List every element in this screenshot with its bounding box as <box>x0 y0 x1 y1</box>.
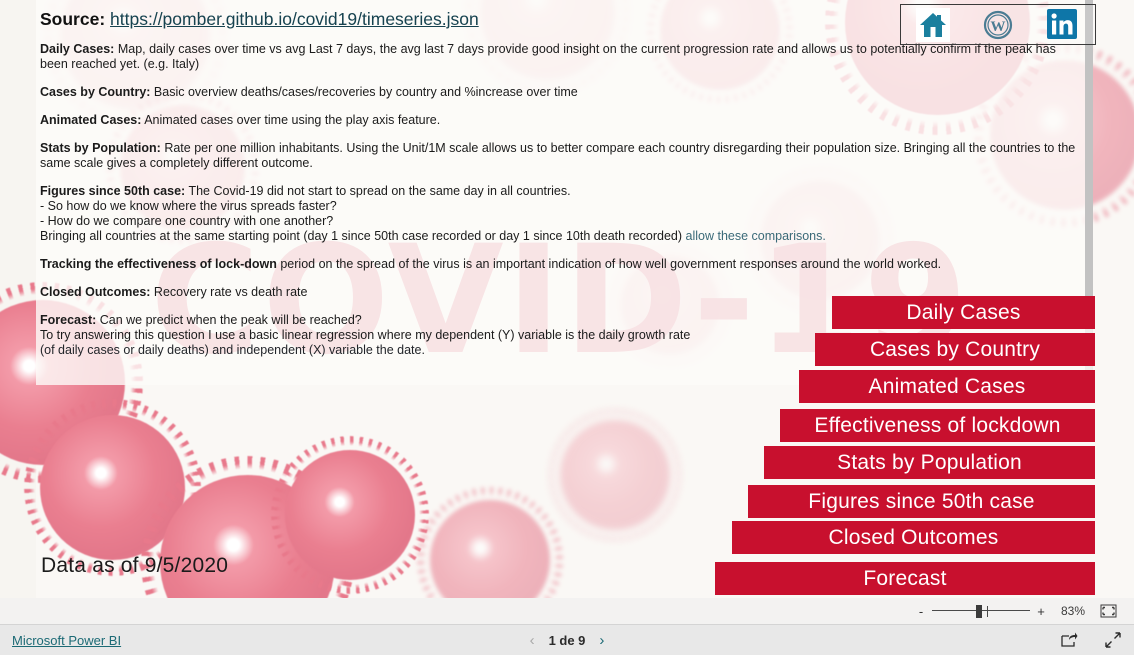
virus-particle-graphic <box>285 450 415 580</box>
fullscreen-icon[interactable] <box>1102 629 1124 651</box>
section-lead: Daily Cases: <box>40 42 115 56</box>
figures-bullet-2: - How do we compare one country with one… <box>40 214 334 228</box>
wordpress-icon: W <box>983 10 1013 40</box>
section-lead: Animated Cases: <box>40 113 142 127</box>
nav-button-forecast[interactable]: Forecast <box>715 562 1095 595</box>
section-lead: Cases by Country: <box>40 85 151 99</box>
section-body: Recovery rate vs death rate <box>150 285 308 299</box>
data-as-of-label: Data as of 9/5/2020 <box>41 554 229 577</box>
nav-button-figures-since-50th-case[interactable]: Figures since 50th case <box>748 485 1095 518</box>
nav-button-stats-by-population[interactable]: Stats by Population <box>764 446 1095 479</box>
figures-bullet-1: - So how do we know where the virus spre… <box>40 199 337 213</box>
zoom-out-button[interactable]: - <box>912 604 930 619</box>
next-page-button[interactable]: › <box>599 633 604 648</box>
section-body: Can we predict when the peak will be rea… <box>96 313 362 327</box>
section-body: Rate per one million inhabitants. Using … <box>40 141 1076 170</box>
home-button[interactable] <box>901 5 966 44</box>
report-canvas: COVID-19 Source: https://pomber.github.i… <box>0 0 1134 598</box>
linkedin-icon <box>1046 8 1080 42</box>
section-cases-by-country: Cases by Country: Basic overview deaths/… <box>40 85 1082 100</box>
source-label: Source: <box>40 9 106 29</box>
report-footer: Microsoft Power BI ‹ 1 de 9 › <box>0 624 1134 655</box>
virus-particle-graphic <box>560 420 670 530</box>
figures-note-link[interactable]: allow these comparisons. <box>686 229 826 243</box>
zoom-in-button[interactable]: + <box>1032 604 1050 619</box>
zoom-slider-tick <box>987 606 988 617</box>
textbox-scrollbar-thumb[interactable] <box>1085 0 1093 310</box>
fit-to-page-icon[interactable] <box>1096 602 1120 620</box>
previous-page-button[interactable]: ‹ <box>530 633 535 648</box>
section-lead: Stats by Population: <box>40 141 161 155</box>
nav-button-closed-outcomes[interactable]: Closed Outcomes <box>732 521 1095 554</box>
zoom-slider[interactable] <box>932 604 1030 618</box>
section-figures-since-50th-case: Figures since 50th case: The Covid-19 di… <box>40 184 1082 244</box>
section-body: Animated cases over time using the play … <box>141 113 441 127</box>
nav-button-cases-by-country[interactable]: Cases by Country <box>815 333 1095 366</box>
section-lead: Tracking the effectiveness of lock-down <box>40 257 277 271</box>
zoom-percent-label: 83% <box>1060 604 1086 618</box>
virus-particle-graphic <box>430 500 550 598</box>
footer-actions <box>1058 629 1124 651</box>
section-effectiveness-of-lockdown: Tracking the effectiveness of lock-down … <box>40 257 1082 272</box>
figures-note-text: Bringing all countries at the same start… <box>40 229 686 243</box>
section-body: Basic overview deaths/cases/recoveries b… <box>150 85 578 99</box>
wordpress-button[interactable]: W <box>966 5 1031 44</box>
nav-button-effectiveness-of-lockdown[interactable]: Effectiveness of lockdown <box>780 409 1095 442</box>
page-indicator-label: 1 de 9 <box>548 632 586 648</box>
section-stats-by-population: Stats by Population: Rate per one millio… <box>40 141 1082 171</box>
home-icon <box>916 7 951 42</box>
share-icon[interactable] <box>1058 629 1080 651</box>
section-body: period on the spread of the virus is an … <box>276 257 942 271</box>
linkedin-button[interactable] <box>1030 5 1095 44</box>
social-icon-bar: W <box>900 4 1096 45</box>
section-animated-cases: Animated Cases: Animated cases over time… <box>40 113 1082 128</box>
section-body: Map, daily cases over time vs avg Last 7… <box>40 42 1056 71</box>
zoom-slider-handle[interactable] <box>976 605 982 618</box>
figures-note: Bringing all countries at the same start… <box>40 229 1082 244</box>
nav-button-daily-cases[interactable]: Daily Cases <box>832 296 1095 329</box>
section-lead: Forecast: <box>40 313 97 327</box>
section-body: The Covid-19 did not start to spread on … <box>185 184 571 198</box>
section-daily-cases: Daily Cases: Map, daily cases over time … <box>40 42 1082 72</box>
zoom-control-bar: - + 83% <box>0 598 1134 624</box>
source-url-link[interactable]: https://pomber.github.io/covid19/timeser… <box>110 9 479 29</box>
svg-text:W: W <box>990 19 1005 35</box>
page-navigator: ‹ 1 de 9 › <box>0 633 1134 648</box>
section-lead: Closed Outcomes: <box>40 285 151 299</box>
powerbi-brand-link[interactable]: Microsoft Power BI <box>12 633 121 648</box>
section-lead: Figures since 50th case: <box>40 184 186 198</box>
nav-button-animated-cases[interactable]: Animated Cases <box>799 370 1095 403</box>
powerbi-report-viewer: COVID-19 Source: https://pomber.github.i… <box>0 0 1134 655</box>
